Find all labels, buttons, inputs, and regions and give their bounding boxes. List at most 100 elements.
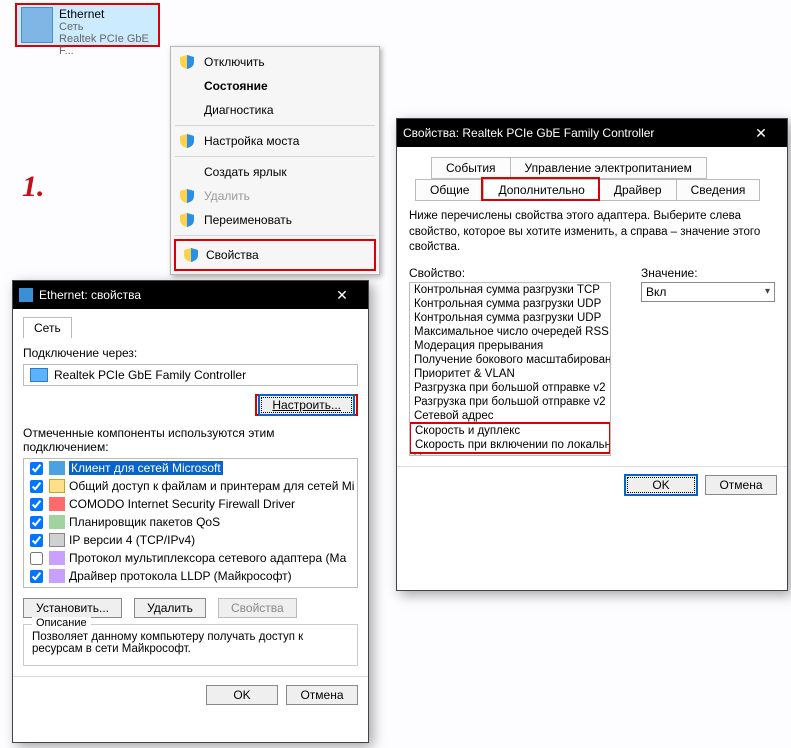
menu-item[interactable]: Настройка моста bbox=[174, 129, 376, 153]
tab[interactable]: События bbox=[431, 157, 511, 179]
adapter-advanced-dialog: Свойства: Realtek PCIe GbE Family Contro… bbox=[396, 118, 788, 591]
tab[interactable]: Общие bbox=[415, 179, 484, 201]
fw-icon bbox=[49, 497, 65, 511]
component-row[interactable]: Клиент для сетей Microsoft bbox=[24, 459, 357, 477]
component-checkbox[interactable] bbox=[30, 570, 43, 583]
close-button[interactable]: ✕ bbox=[741, 119, 781, 147]
description-title: Описание bbox=[32, 617, 91, 629]
property-item[interactable]: Скорость при включении по локальн bbox=[411, 438, 609, 452]
component-properties-button[interactable]: Свойства bbox=[218, 598, 297, 618]
share-icon bbox=[49, 479, 65, 493]
adapter-status: Сеть bbox=[59, 21, 154, 33]
active-tab-highlight bbox=[481, 177, 599, 201]
menu-item: Удалить bbox=[174, 184, 376, 208]
mux-icon bbox=[49, 551, 65, 565]
property-item[interactable]: Разгрузка при большой отправке v2 bbox=[410, 381, 610, 395]
component-row[interactable]: Планировщик пакетов QoS bbox=[24, 513, 357, 531]
property-item[interactable]: Модерация прерывания bbox=[410, 339, 610, 353]
cancel-button[interactable]: Отмена bbox=[286, 685, 358, 705]
remove-button[interactable]: Удалить bbox=[134, 598, 206, 618]
tab[interactable]: Управление электропитанием bbox=[510, 157, 707, 179]
component-label: Драйвер протокола LLDP (Майкрософт) bbox=[69, 569, 292, 583]
net-icon bbox=[49, 461, 65, 475]
component-label: COMODO Internet Security Firewall Driver bbox=[69, 497, 295, 511]
qos-icon bbox=[49, 515, 65, 529]
component-label: Клиент для сетей Microsoft bbox=[69, 461, 223, 475]
component-row[interactable]: Протокол мультиплексора сетевого адаптер… bbox=[24, 549, 357, 567]
ok-button[interactable]: OK bbox=[625, 475, 697, 495]
dialog-title: Ethernet: свойства bbox=[39, 288, 141, 302]
shield-icon bbox=[180, 189, 194, 203]
close-button[interactable]: ✕ bbox=[322, 281, 362, 309]
component-checkbox[interactable] bbox=[30, 462, 43, 475]
property-list[interactable]: Контрольная сумма разгрузки TCPКонтрольн… bbox=[409, 282, 611, 456]
dialog-titlebar[interactable]: Свойства: Realtek PCIe GbE Family Contro… bbox=[397, 119, 787, 147]
menu-item-label: Состояние bbox=[204, 79, 268, 93]
menu-item-label: Создать ярлык bbox=[204, 165, 287, 179]
property-item[interactable]: Максимальное число очередей RSS bbox=[410, 325, 610, 339]
menu-item[interactable]: Состояние bbox=[174, 74, 376, 98]
tab[interactable]: Драйвер bbox=[599, 179, 677, 201]
tabs: Сеть bbox=[23, 317, 358, 338]
property-item[interactable]: Сетевой адрес bbox=[410, 409, 610, 423]
install-button[interactable]: Установить... bbox=[23, 598, 122, 618]
annotation-1: 1. bbox=[22, 170, 45, 204]
component-row[interactable]: Драйвер протокола LLDP (Майкрософт) bbox=[24, 567, 357, 585]
component-label: IP версии 4 (TCP/IPv4) bbox=[69, 533, 195, 547]
value-label: Значение: bbox=[641, 266, 775, 280]
tabs: СобытияУправление электропитанием Общие Д… bbox=[409, 157, 775, 203]
connect-via-field: Realtek PCIe GbE Family Controller bbox=[23, 364, 358, 386]
adapter-icon bbox=[19, 288, 33, 302]
menu-item[interactable]: Диагностика bbox=[174, 98, 376, 122]
component-row[interactable]: Общий доступ к файлам и принтерам для се… bbox=[24, 477, 357, 495]
cancel-button[interactable]: Отмена bbox=[705, 475, 777, 495]
component-label: Планировщик пакетов QoS bbox=[69, 515, 220, 529]
adapter-icon bbox=[30, 368, 48, 382]
component-checkbox[interactable] bbox=[30, 516, 43, 529]
ok-button[interactable]: OK bbox=[206, 685, 278, 705]
property-item[interactable]: Контрольная сумма разгрузки TCP bbox=[410, 283, 610, 297]
component-label: Протокол мультиплексора сетевого адаптер… bbox=[69, 551, 346, 565]
tab-network[interactable]: Сеть bbox=[23, 317, 72, 338]
menu-item-label: Настройка моста bbox=[204, 134, 299, 148]
menu-item-label: Диагностика bbox=[204, 103, 274, 117]
separator bbox=[175, 125, 375, 126]
property-item[interactable]: Управление потоком bbox=[410, 453, 610, 456]
menu-item[interactable]: Отключить bbox=[174, 50, 376, 74]
menu-item[interactable]: Свойства bbox=[178, 243, 372, 267]
shield-icon bbox=[180, 134, 194, 148]
component-row[interactable]: COMODO Internet Security Firewall Driver bbox=[24, 495, 357, 513]
dialog-titlebar[interactable]: Ethernet: свойства ✕ bbox=[13, 281, 368, 309]
adapter-icon bbox=[21, 7, 53, 43]
property-item[interactable]: Разгрузка при большой отправке v2 bbox=[410, 395, 610, 409]
component-checkbox[interactable] bbox=[30, 498, 43, 511]
menu-item-label: Отключить bbox=[204, 55, 265, 69]
menu-item[interactable]: Создать ярлык bbox=[174, 160, 376, 184]
configure-button[interactable]: Настроить... bbox=[259, 395, 354, 415]
tab[interactable]: Сведения bbox=[676, 179, 761, 201]
property-item[interactable]: Получение бокового масштабирования bbox=[410, 353, 610, 367]
property-item[interactable]: Контрольная сумма разгрузки UDP bbox=[410, 311, 610, 325]
property-item[interactable]: Контрольная сумма разгрузки UDP bbox=[410, 297, 610, 311]
menu-item[interactable]: Переименовать bbox=[174, 208, 376, 232]
shield-icon bbox=[184, 248, 198, 262]
component-checkbox[interactable] bbox=[30, 552, 43, 565]
component-row[interactable]: IP версии 4 (TCP/IPv4) bbox=[24, 531, 357, 549]
configure-highlight: Настроить... bbox=[255, 394, 358, 416]
separator bbox=[175, 235, 375, 236]
separator bbox=[175, 156, 375, 157]
intro-text: Ниже перечислены свойства этого адаптера… bbox=[409, 209, 775, 256]
network-adapter-tile[interactable]: Ethernet Сеть Realtek PCIe GbE F... bbox=[15, 3, 160, 47]
property-item[interactable]: Скорость и дуплекс bbox=[411, 424, 609, 438]
chevron-down-icon: ▾ bbox=[765, 286, 770, 297]
ip-icon bbox=[49, 533, 65, 547]
components-list[interactable]: Клиент для сетей Microsoft Общий доступ к… bbox=[23, 458, 358, 588]
speed-properties-highlight: Скорость и дуплексСкорость при включении… bbox=[409, 422, 611, 454]
component-checkbox[interactable] bbox=[30, 534, 43, 547]
property-label: Свойство: bbox=[409, 266, 611, 280]
property-item[interactable]: Приоритет & VLAN bbox=[410, 367, 610, 381]
adapter-text: Ethernet Сеть Realtek PCIe GbE F... bbox=[59, 7, 154, 43]
component-checkbox[interactable] bbox=[30, 480, 43, 493]
connect-via-value: Realtek PCIe GbE Family Controller bbox=[54, 368, 246, 382]
value-select[interactable]: Вкл ▾ bbox=[641, 282, 775, 302]
